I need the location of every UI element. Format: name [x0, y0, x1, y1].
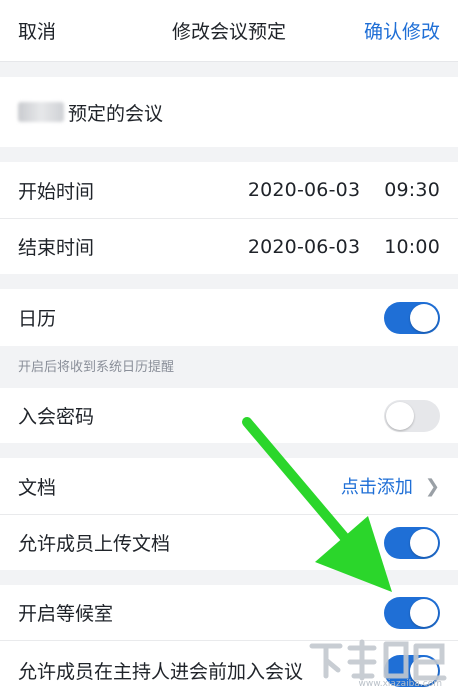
meeting-topic-text: 预定的会议 — [68, 102, 164, 125]
waiting-room-toggle[interactable] — [384, 596, 440, 629]
confirm-button[interactable]: 确认修改 — [364, 17, 440, 44]
add-docs-link[interactable]: 点击添加 — [341, 473, 413, 499]
password-row: 入会密码 — [0, 388, 458, 443]
start-date-value: 2020-06-03 — [247, 179, 361, 201]
join-before-host-label: 允许成员在主持人进会前加入会议 — [18, 661, 304, 683]
allow-upload-toggle[interactable] — [384, 526, 440, 559]
join-before-host-toggle[interactable] — [384, 654, 440, 687]
join-before-host-row: 允许成员在主持人进会前加入会议 — [0, 640, 458, 700]
start-time-row[interactable]: 开始时间 2020-06-03 09:30 — [0, 162, 458, 218]
end-date-value: 2020-06-03 — [247, 235, 361, 258]
toggle-knob — [410, 656, 438, 685]
topic-card: 预定的会议 — [0, 77, 458, 147]
blurred-name — [18, 102, 64, 122]
allow-upload-label: 允许成员上传文档 — [18, 533, 171, 555]
docs-label: 文档 — [18, 476, 57, 499]
calendar-card: 日历 — [0, 289, 458, 346]
time-card: 开始时间 2020-06-03 09:30 结束时间 2020-06-03 10:0… — [0, 162, 458, 274]
toggle-knob — [386, 401, 414, 430]
docs-row[interactable]: 文档 点击添加 ❯ — [0, 458, 458, 514]
toggle-knob — [410, 528, 438, 557]
meeting-topic-field[interactable]: 预定的会议 — [0, 77, 458, 147]
password-card: 入会密码 — [0, 388, 458, 443]
calendar-row: 日历 — [0, 289, 458, 346]
end-time-value: 10:00 — [384, 235, 440, 258]
allow-upload-row: 允许成员上传文档 — [0, 514, 458, 570]
docs-card: 文档 点击添加 ❯ 允许成员上传文档 — [0, 458, 458, 570]
waiting-room-label: 开启等候室 — [18, 603, 114, 625]
toggle-knob — [410, 598, 438, 627]
password-label: 入会密码 — [18, 406, 95, 428]
cancel-button[interactable]: 取消 — [18, 17, 56, 44]
calendar-hint: 开启后将收到系统日历提醒 — [0, 346, 458, 388]
nav-header: 取消 修改会议预定 确认修改 — [0, 0, 458, 62]
chevron-right-icon: ❯ — [424, 475, 440, 497]
calendar-label: 日历 — [18, 308, 57, 330]
calendar-toggle[interactable] — [384, 301, 440, 334]
start-time-value: 09:30 — [384, 179, 440, 201]
start-time-label: 开始时间 — [18, 180, 95, 203]
room-card: 开启等候室 允许成员在主持人进会前加入会议 — [0, 585, 458, 700]
end-time-label: 结束时间 — [18, 237, 95, 259]
password-toggle[interactable] — [384, 399, 440, 432]
end-time-row[interactable]: 结束时间 2020-06-03 10:00 — [0, 218, 458, 274]
waiting-room-row: 开启等候室 — [0, 585, 458, 640]
toggle-knob — [410, 303, 438, 332]
